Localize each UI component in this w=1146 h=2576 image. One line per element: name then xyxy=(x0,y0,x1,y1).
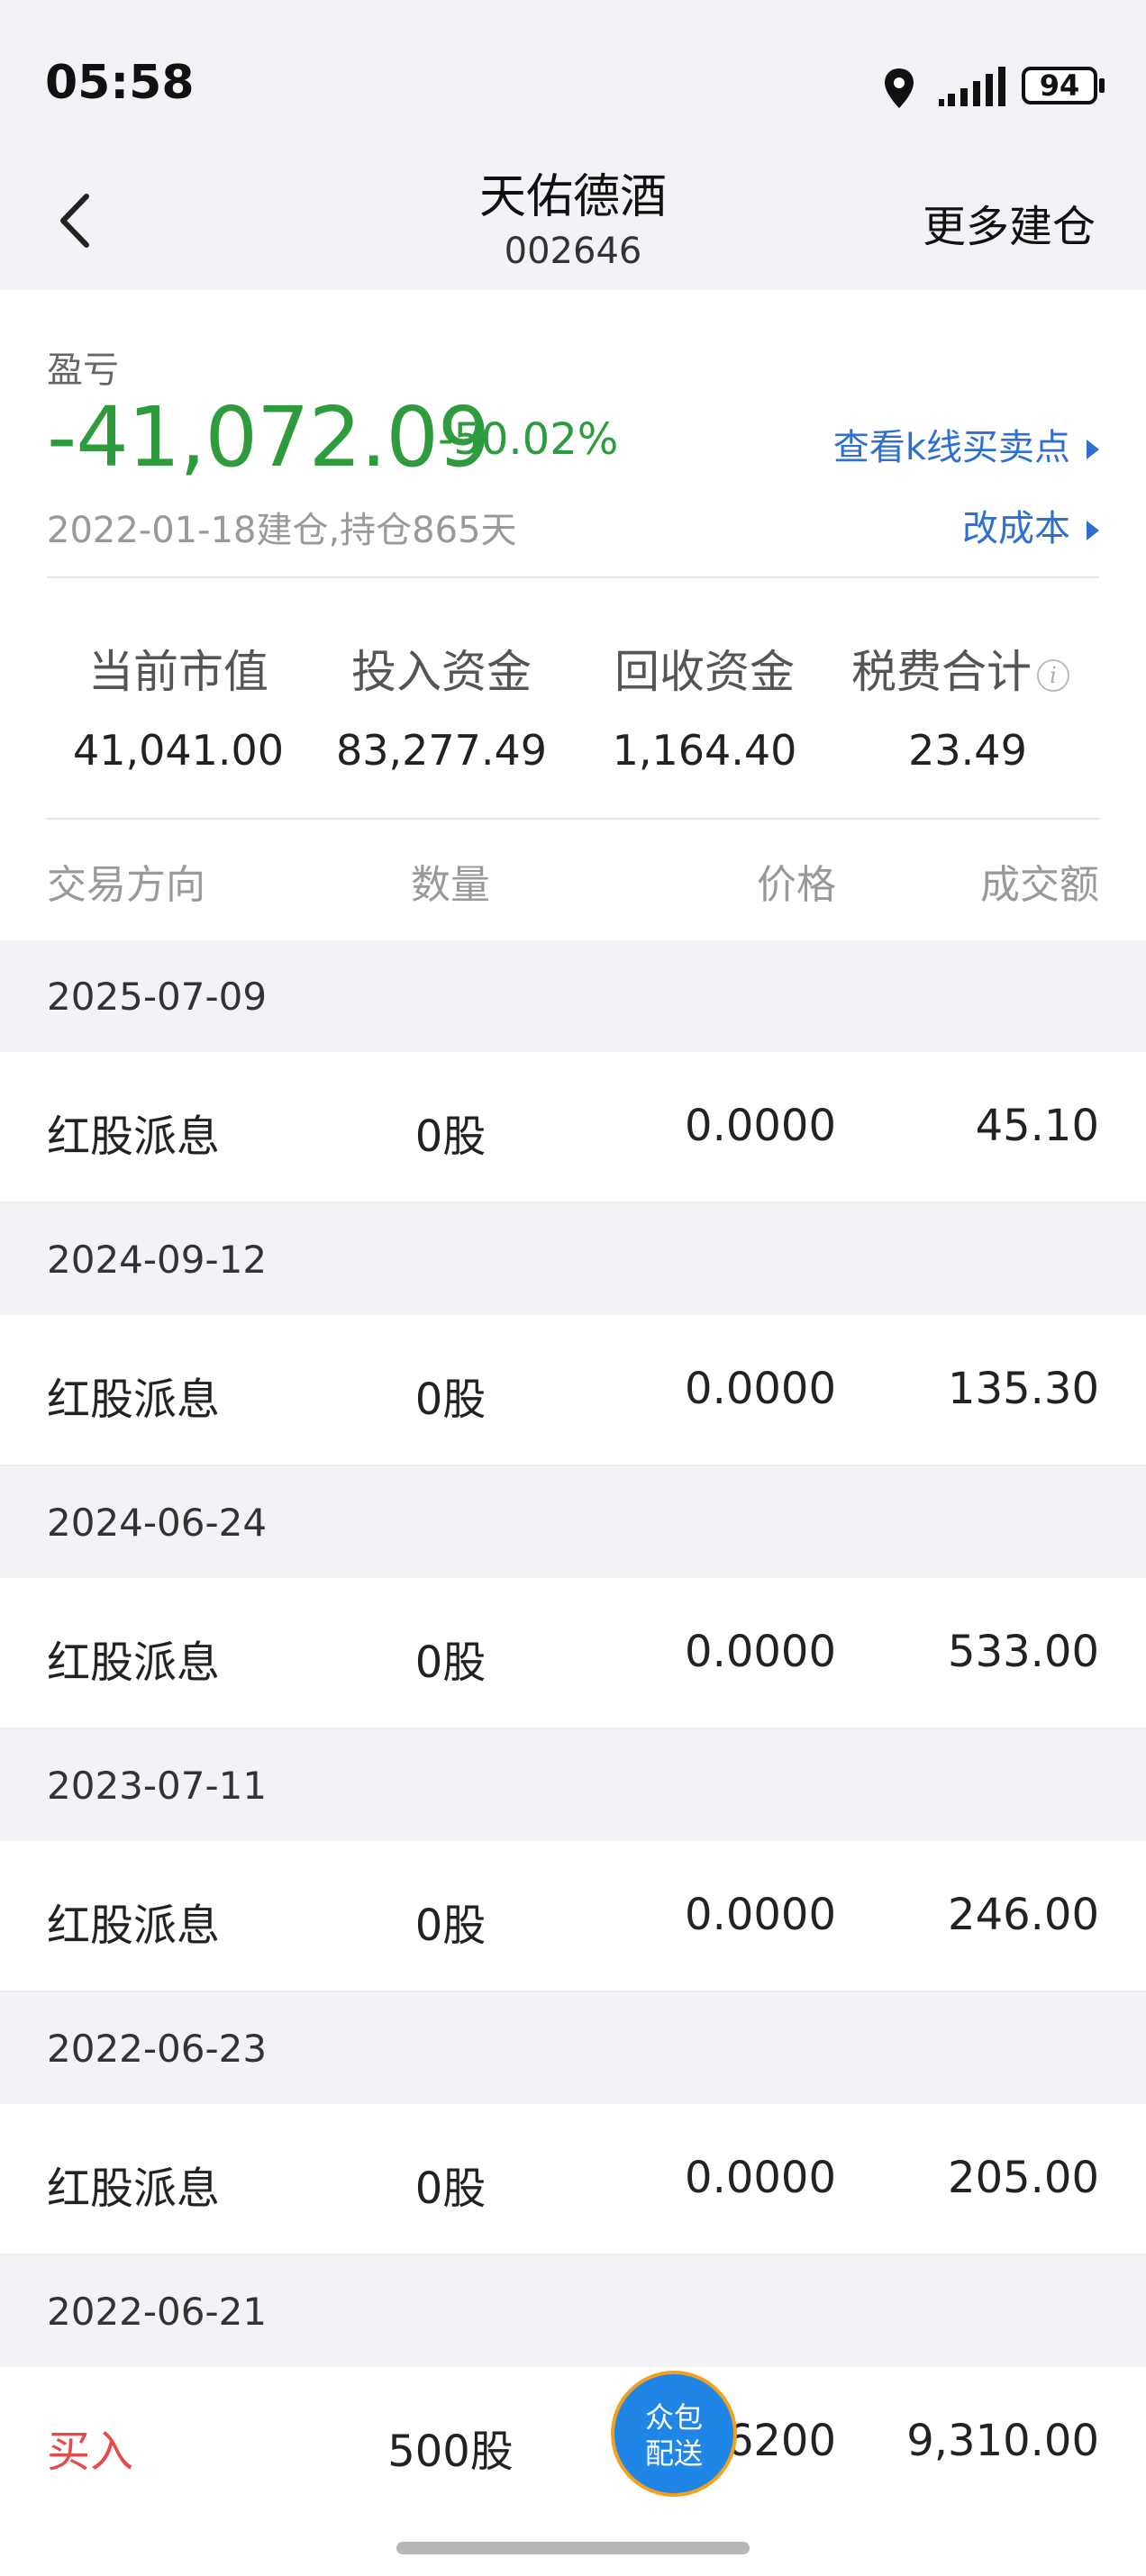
tx-qty: 0股 xyxy=(414,1637,487,1688)
date-label: 2025-07-09 xyxy=(47,975,268,1019)
tx-price: 0.0000 xyxy=(685,1101,836,1151)
battery-level: 94 xyxy=(1039,68,1080,103)
stat-label-tax-text: 税费合计 xyxy=(851,646,1032,698)
signal-icon xyxy=(939,67,1005,106)
info-icon[interactable]: i xyxy=(1037,658,1069,692)
date-header: 2025-07-09 xyxy=(0,940,1146,1052)
tx-price: 0.0000 xyxy=(685,1627,836,1677)
table-row[interactable]: 红股派息 0股 0.0000 205.00 xyxy=(0,2104,1146,2255)
col-header-amount: 成交额 xyxy=(980,862,1099,908)
divider xyxy=(47,818,1099,820)
nav-bar: 天佑德酒 002646 更多建仓 xyxy=(0,135,1146,288)
stat-value-market-value: 41,041.00 xyxy=(72,726,285,775)
pl-percent: -50.02% xyxy=(438,414,619,465)
tx-price: 0.0000 xyxy=(685,1364,836,1414)
position-summary: 盈亏 -41,072.09 -50.02% 查看k线买卖点 2022-01-18… xyxy=(0,290,1146,940)
tx-type: 红股派息 xyxy=(47,2163,221,2214)
stat-value-invested: 83,277.49 xyxy=(335,726,548,775)
change-cost-label: 改成本 xyxy=(962,508,1070,549)
battery-icon: 94 xyxy=(1022,67,1106,108)
tx-qty: 0股 xyxy=(414,1111,487,1162)
date-header: 2024-09-12 xyxy=(0,1203,1146,1315)
triangle-right-icon xyxy=(1087,521,1099,540)
tx-type: 红股派息 xyxy=(47,1111,221,1162)
kline-link-label: 查看k线买卖点 xyxy=(832,427,1070,468)
tx-type: 买入 xyxy=(47,2426,134,2477)
tx-amount: 205.00 xyxy=(948,2153,1099,2203)
tx-amount: 533.00 xyxy=(948,1627,1099,1677)
tx-price: 6200 xyxy=(725,2416,836,2466)
tx-qty: 500股 xyxy=(387,2426,514,2477)
tx-qty: 0股 xyxy=(414,2163,487,2214)
date-label: 2023-07-11 xyxy=(47,1764,268,1808)
date-header: 2022-06-21 xyxy=(0,2255,1146,2367)
pl-label: 盈亏 xyxy=(47,349,119,391)
date-label: 2022-06-23 xyxy=(47,2027,268,2071)
fab-line-1: 众包 xyxy=(644,2400,703,2435)
triangle-right-icon xyxy=(1087,440,1099,459)
stat-value-recovered: 1,164.40 xyxy=(612,726,797,775)
fab-line-2: 配送 xyxy=(644,2436,703,2471)
tx-qty: 0股 xyxy=(414,1374,487,1425)
table-row[interactable]: 红股派息 0股 0.0000 533.00 xyxy=(0,1578,1146,1729)
tx-type: 红股派息 xyxy=(47,1637,221,1688)
more-position-button[interactable]: 更多建仓 xyxy=(923,191,1096,254)
stat-label-market-value: 当前市值 xyxy=(88,646,268,698)
stat-label-tax[interactable]: 税费合计 i xyxy=(829,636,1092,701)
divider xyxy=(47,576,1099,578)
date-label: 2024-09-12 xyxy=(47,1238,268,1282)
date-header: 2022-06-23 xyxy=(0,1992,1146,2104)
kline-link[interactable]: 查看k线买卖点 xyxy=(833,418,1099,470)
home-indicator[interactable] xyxy=(396,2542,750,2554)
col-header-direction: 交易方向 xyxy=(47,862,205,908)
tx-amount: 45.10 xyxy=(975,1101,1099,1151)
date-header: 2024-06-24 xyxy=(0,1466,1146,1578)
table-row[interactable]: 红股派息 0股 0.0000 45.10 xyxy=(0,1052,1146,1203)
tx-qty: 0股 xyxy=(414,1900,487,1951)
tx-price: 0.0000 xyxy=(685,1890,836,1940)
table-row[interactable]: 红股派息 0股 0.0000 246.00 xyxy=(0,1841,1146,1992)
tx-amount: 9,310.00 xyxy=(906,2416,1099,2466)
stat-label-invested: 投入资金 xyxy=(351,646,532,698)
change-cost-link[interactable]: 改成本 xyxy=(962,499,1099,551)
tx-price: 0.0000 xyxy=(685,2153,836,2203)
date-label: 2024-06-24 xyxy=(47,1501,268,1545)
tx-type: 红股派息 xyxy=(47,1900,221,1951)
tx-amount: 135.30 xyxy=(948,1364,1099,1414)
crowd-delivery-button[interactable]: 众包 配送 xyxy=(611,2371,737,2497)
col-header-qty: 数量 xyxy=(411,862,490,908)
stat-label-recovered: 回收资金 xyxy=(614,646,795,698)
location-icon xyxy=(885,68,914,108)
table-row[interactable]: 红股派息 0股 0.0000 135.30 xyxy=(0,1315,1146,1466)
stat-value-tax: 23.49 xyxy=(908,726,1027,775)
pl-value: -41,072.09 xyxy=(47,389,490,485)
status-time: 05:58 xyxy=(45,56,195,110)
tx-amount: 246.00 xyxy=(948,1890,1099,1940)
col-header-price: 价格 xyxy=(757,862,836,908)
date-header: 2023-07-11 xyxy=(0,1729,1146,1841)
tx-type: 红股派息 xyxy=(47,1374,221,1425)
date-label: 2022-06-21 xyxy=(47,2290,268,2334)
hold-info: 2022-01-18建仓,持仓865天 xyxy=(47,510,517,551)
